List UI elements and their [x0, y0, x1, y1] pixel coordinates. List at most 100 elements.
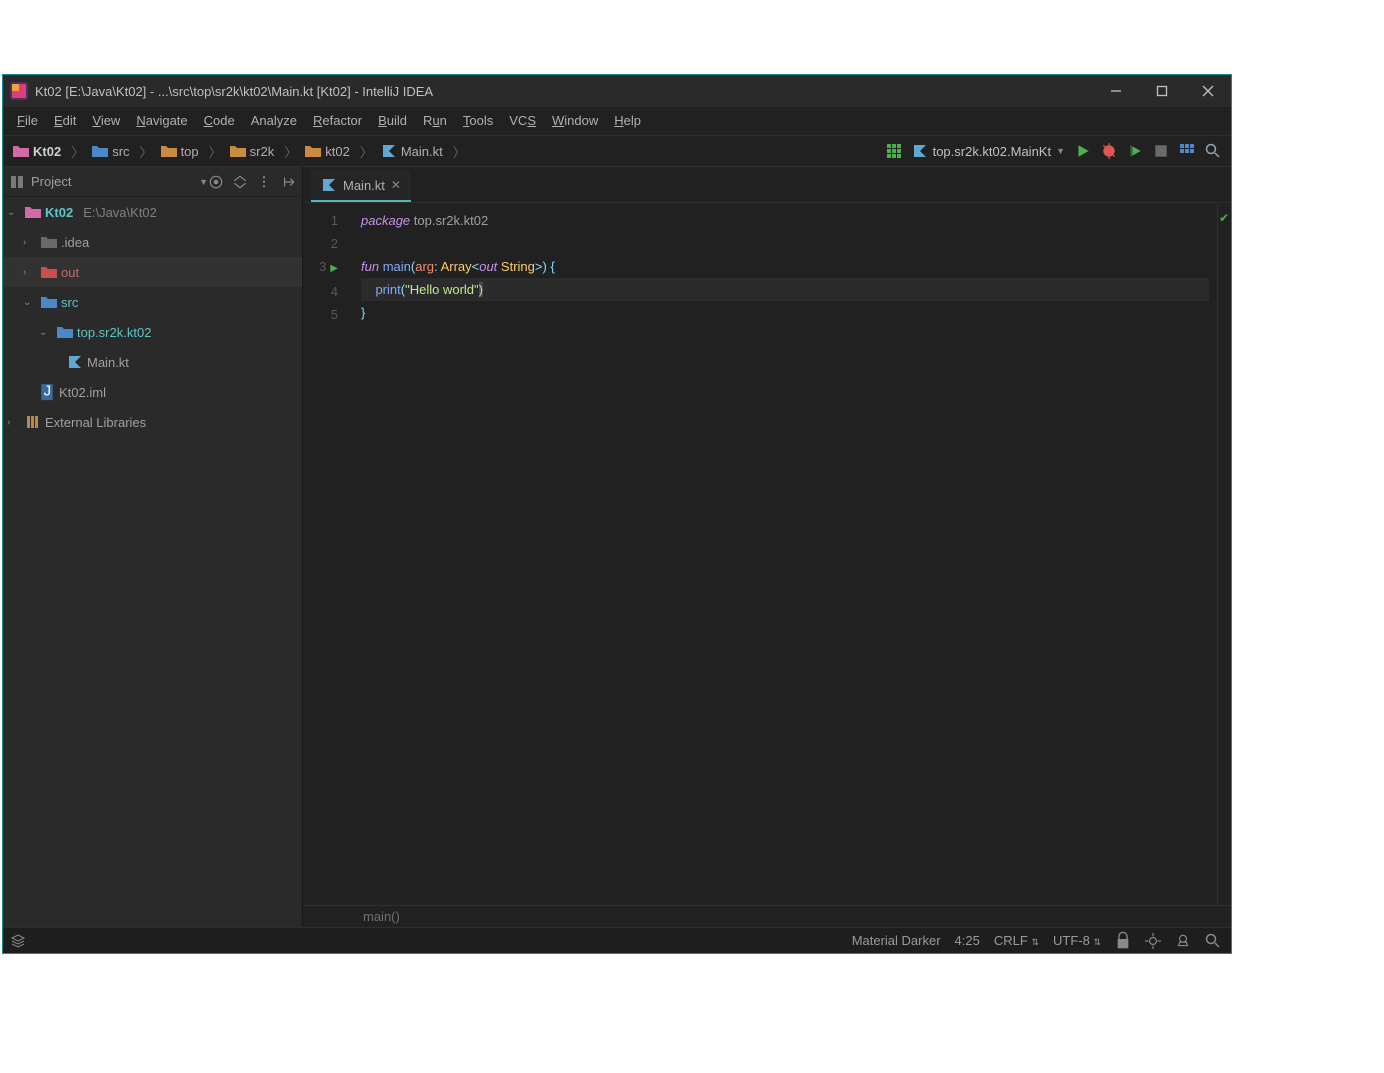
collapse-icon[interactable]	[232, 174, 248, 190]
menu-analyze[interactable]: Analyze	[243, 107, 305, 135]
crumb-sr2k[interactable]: sr2k 〉	[226, 142, 302, 161]
navigation-bar: Kt02 〉 src 〉 top 〉 sr2k 〉 kt02 〉	[3, 135, 1231, 167]
menu-run[interactable]: Run	[415, 107, 455, 135]
close-button[interactable]	[1185, 75, 1231, 107]
menu-build[interactable]: Build	[370, 107, 415, 135]
chevron-down-icon: ⌄	[23, 297, 37, 308]
crumb-file[interactable]: Main.kt 〉	[377, 142, 470, 161]
folder-source-icon	[41, 294, 57, 310]
tree-node-extlib[interactable]: › External Libraries	[3, 407, 302, 437]
chevron-right-icon: ›	[7, 417, 21, 428]
menu-tools[interactable]: Tools	[455, 107, 501, 135]
window-controls	[1093, 75, 1231, 107]
lock-icon[interactable]	[1115, 933, 1131, 949]
hide-icon[interactable]	[280, 174, 296, 190]
kotlin-file-icon	[381, 143, 397, 159]
debug-icon[interactable]	[1101, 143, 1117, 159]
coverage-icon[interactable]	[1127, 143, 1143, 159]
tree-label: Kt02.iml	[59, 385, 106, 400]
chevron-down-icon: ⌄	[39, 327, 53, 338]
close-tab-icon[interactable]: ✕	[391, 178, 401, 192]
project-header: Project ▼ ⋮	[3, 167, 302, 197]
crumb-kt02[interactable]: kt02 〉	[301, 142, 377, 161]
tree-node-idea[interactable]: › .idea	[3, 227, 302, 257]
maximize-button[interactable]	[1139, 75, 1185, 107]
layers-icon[interactable]	[10, 933, 26, 949]
tree-label: src	[61, 295, 78, 310]
menu-refactor[interactable]: Refactor	[305, 107, 370, 135]
settings-icon[interactable]	[1145, 933, 1161, 949]
menu-help[interactable]: Help	[606, 107, 649, 135]
tree-label: External Libraries	[45, 415, 146, 430]
crumb-top[interactable]: top 〉	[157, 142, 226, 161]
tree-path: E:\Java\Kt02	[83, 205, 157, 220]
editor-breadcrumb-label: main()	[363, 909, 400, 924]
tree-label: .idea	[61, 235, 89, 250]
tree-node-out[interactable]: › out	[3, 257, 302, 287]
status-cursor-position[interactable]: 4:25	[955, 933, 980, 948]
titlebar: Kt02 [E:\Java\Kt02] - ...\src\top\sr2k\k…	[3, 75, 1231, 107]
folder-module-icon	[25, 204, 41, 220]
folder-package-icon	[305, 143, 321, 159]
tree-node-iml[interactable]: J Kt02.iml	[3, 377, 302, 407]
run-config-label: top.sr2k.kt02.MainKt	[933, 144, 1052, 159]
tree-label: Main.kt	[87, 355, 129, 370]
inspection-ok-icon: ✔	[1219, 207, 1229, 230]
tree-label: Kt02	[45, 205, 73, 220]
search-icon[interactable]	[1205, 143, 1221, 159]
status-encoding[interactable]: UTF-8 ⇅	[1053, 933, 1101, 948]
chevron-right-icon: ›	[23, 267, 37, 278]
notifications-icon[interactable]	[1175, 933, 1191, 949]
breadcrumbs: Kt02 〉 src 〉 top 〉 sr2k 〉 kt02 〉	[9, 142, 886, 161]
menu-code[interactable]: Code	[196, 107, 243, 135]
run-icon[interactable]	[1075, 143, 1091, 159]
run-gutter-icon[interactable]: ▶	[330, 257, 338, 280]
code-content[interactable]: package top.sr2k.kt02 fun main(arg: Arra…	[353, 203, 1217, 905]
crumb-src[interactable]: src 〉	[88, 142, 156, 161]
line-number: 3	[319, 259, 326, 274]
menu-edit[interactable]: Edit	[46, 107, 84, 135]
project-tree[interactable]: ⌄ Kt02 E:\Java\Kt02 › .idea › out ⌄	[3, 197, 302, 927]
options-icon[interactable]: ⋮	[256, 174, 272, 190]
ide-window: Kt02 [E:\Java\Kt02] - ...\src\top\sr2k\k…	[2, 74, 1232, 954]
project-title: Project	[31, 174, 71, 189]
svg-text:J: J	[44, 383, 51, 399]
app-icon	[9, 81, 29, 101]
folder-source-icon	[92, 143, 108, 159]
crumb-label: Kt02	[33, 144, 61, 159]
kotlin-file-icon	[321, 177, 337, 193]
editor-breadcrumb[interactable]: main()	[303, 905, 1231, 927]
menu-view[interactable]: View	[84, 107, 128, 135]
tree-label: top.sr2k.kt02	[77, 325, 151, 340]
zoom-icon[interactable]	[1205, 933, 1221, 949]
code-editor[interactable]: 1 2 3▶ 4 5 package top.sr2k.kt02 fun mai…	[303, 203, 1231, 905]
status-theme[interactable]: Material Darker	[852, 933, 941, 948]
tab-label: Main.kt	[343, 178, 385, 193]
editor-tab[interactable]: Main.kt ✕	[311, 170, 411, 202]
crumb-label: Main.kt	[401, 144, 443, 159]
tree-node-package[interactable]: ⌄ top.sr2k.kt02	[3, 317, 302, 347]
status-eol[interactable]: CRLF ⇅	[994, 933, 1039, 948]
grid-icon[interactable]	[886, 143, 902, 159]
menubar: File Edit View Navigate Code Analyze Ref…	[3, 107, 1231, 135]
minimize-button[interactable]	[1093, 75, 1139, 107]
iml-file-icon: J	[39, 384, 55, 400]
tree-node-src[interactable]: ⌄ src	[3, 287, 302, 317]
menu-file[interactable]: File	[9, 107, 46, 135]
menu-navigate[interactable]: Navigate	[128, 107, 195, 135]
line-number: 2	[303, 232, 338, 255]
tree-node-root[interactable]: ⌄ Kt02 E:\Java\Kt02	[3, 197, 302, 227]
menu-vcs[interactable]: VCS	[501, 107, 544, 135]
target-icon[interactable]	[208, 174, 224, 190]
inspection-gutter: ✔	[1217, 203, 1231, 905]
stop-icon[interactable]	[1153, 143, 1169, 159]
tree-node-file[interactable]: Main.kt	[3, 347, 302, 377]
chevron-down-icon: ⌄	[7, 207, 21, 218]
line-number: 4	[303, 280, 338, 303]
layout-icon[interactable]	[1179, 143, 1195, 159]
crumb-project[interactable]: Kt02 〉	[9, 142, 88, 161]
project-tool-window: Project ▼ ⋮ ⌄ Kt02 E:\Java\Kt02	[3, 167, 303, 927]
kotlin-file-icon	[912, 143, 928, 159]
menu-window[interactable]: Window	[544, 107, 606, 135]
run-config-selector[interactable]: top.sr2k.kt02.MainKt ▼	[912, 143, 1065, 159]
